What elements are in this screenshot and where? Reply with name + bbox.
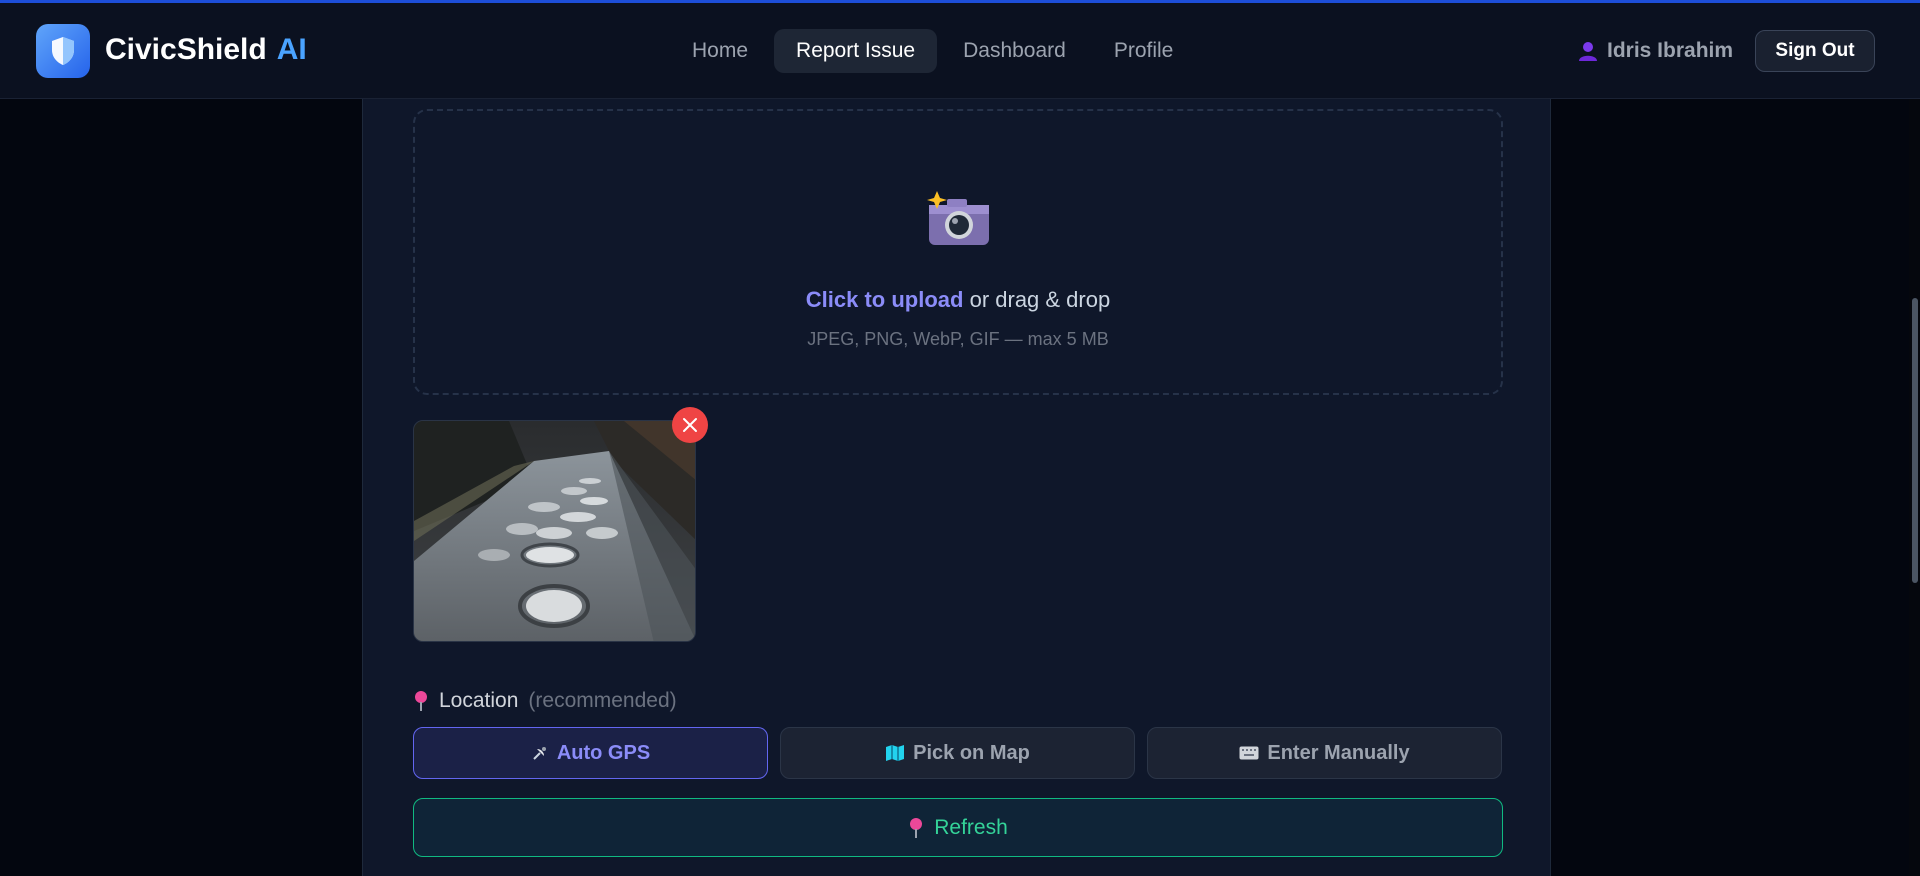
brand-suffix: AI	[276, 33, 307, 66]
location-label: Location (recommended)	[413, 689, 677, 713]
refresh-label: Refresh	[934, 815, 1008, 839]
pin-icon	[415, 691, 427, 711]
satellite-icon	[533, 747, 546, 760]
location-title: Location	[439, 689, 519, 712]
user-info: Idris Ibrahim	[1577, 39, 1733, 63]
sign-out-button[interactable]: Sign Out	[1755, 30, 1875, 72]
nav-home[interactable]: Home	[670, 29, 770, 73]
refresh-location-button[interactable]: Refresh	[413, 798, 1503, 857]
brand-name[interactable]: CivicShield AI	[105, 33, 307, 67]
brand-title: CivicShield	[105, 33, 267, 66]
report-form: Click to upload or drag & drop JPEG, PNG…	[362, 99, 1551, 876]
auto-gps-button[interactable]: Auto GPS	[413, 727, 768, 779]
pick-on-map-label: Pick on Map	[913, 741, 1030, 764]
nav-profile[interactable]: Profile	[1092, 29, 1196, 73]
uploaded-image-preview	[413, 420, 696, 642]
map-icon	[886, 745, 905, 761]
logo[interactable]	[36, 24, 90, 78]
location-hint: (recommended)	[528, 689, 677, 712]
scrollbar-thumb[interactable]	[1912, 298, 1918, 583]
pothole-road-photo	[414, 421, 695, 641]
nav-dashboard[interactable]: Dashboard	[941, 29, 1088, 73]
drag-drop-text: or drag & drop	[963, 287, 1111, 312]
user-name: Idris Ibrahim	[1607, 39, 1734, 62]
enter-manually-button[interactable]: Enter Manually	[1147, 727, 1502, 779]
enter-manually-label: Enter Manually	[1267, 741, 1410, 764]
main-nav: Home Report Issue Dashboard Profile	[670, 29, 1195, 73]
upload-dropzone[interactable]: Click to upload or drag & drop JPEG, PNG…	[413, 109, 1503, 395]
remove-image-button[interactable]	[672, 407, 708, 443]
auto-gps-label: Auto GPS	[556, 741, 651, 764]
click-to-upload-link[interactable]: Click to upload	[806, 287, 964, 312]
camera-icon	[927, 191, 989, 245]
keyboard-icon	[1239, 746, 1259, 760]
upload-instruction: Click to upload or drag & drop	[415, 287, 1501, 313]
pin-icon	[910, 817, 923, 838]
upload-hint: JPEG, PNG, WebP, GIF — max 5 MB	[807, 329, 1109, 349]
shield-icon	[52, 37, 74, 65]
nav-report-issue[interactable]: Report Issue	[774, 29, 938, 73]
pick-on-map-button[interactable]: Pick on Map	[780, 727, 1135, 779]
close-icon	[683, 418, 697, 432]
user-icon	[1579, 42, 1597, 61]
top-navbar: CivicShield AI Home Report Issue Dashboar…	[0, 3, 1920, 99]
